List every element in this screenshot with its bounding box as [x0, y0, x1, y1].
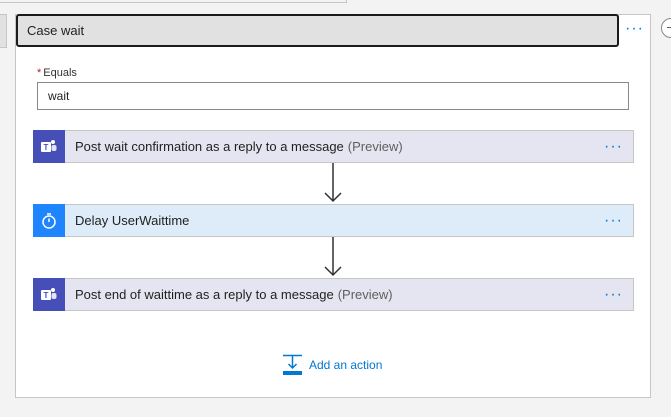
- action-menu-button[interactable]: ···: [604, 213, 623, 229]
- down-arrow-icon: [324, 163, 342, 203]
- case-header[interactable]: Case wait: [16, 14, 619, 47]
- teams-icon: T: [33, 130, 65, 163]
- action-title: Delay UserWaittime: [75, 213, 190, 228]
- timer-icon: [33, 204, 65, 237]
- action-title: Post end of waittime as a reply to a mes…: [75, 287, 393, 302]
- equals-label: * Equals: [37, 67, 77, 79]
- preview-tag: (Preview): [347, 139, 403, 154]
- case-menu-button[interactable]: ···: [625, 21, 644, 37]
- svg-text:T: T: [44, 291, 49, 300]
- action-post-end-of-waittime[interactable]: T Post end of waittime as a reply to a m…: [33, 278, 634, 311]
- add-action-label: Add an action: [309, 358, 383, 372]
- add-action-icon: [283, 354, 302, 375]
- add-action-button[interactable]: Add an action: [282, 354, 382, 376]
- case-title: Case wait: [27, 23, 85, 38]
- collapse-icon[interactable]: [661, 18, 671, 38]
- required-marker: *: [37, 67, 42, 79]
- branch-connector-stub: [0, 14, 7, 48]
- action-title: Post wait confirmation as a reply to a m…: [75, 139, 403, 154]
- action-delay-userwaittime[interactable]: Delay UserWaittime ···: [33, 204, 634, 237]
- action-menu-button[interactable]: ···: [604, 139, 623, 155]
- equals-field[interactable]: [37, 82, 629, 110]
- previous-card-edge: [0, 0, 347, 3]
- action-menu-button[interactable]: ···: [604, 287, 623, 303]
- action-post-wait-confirmation[interactable]: T Post wait confirmation as a reply to a…: [33, 130, 634, 163]
- equals-label-text: Equals: [43, 67, 77, 79]
- teams-icon: T: [33, 278, 65, 311]
- svg-text:T: T: [44, 143, 49, 152]
- down-arrow-icon: [324, 237, 342, 277]
- preview-tag: (Preview): [337, 287, 393, 302]
